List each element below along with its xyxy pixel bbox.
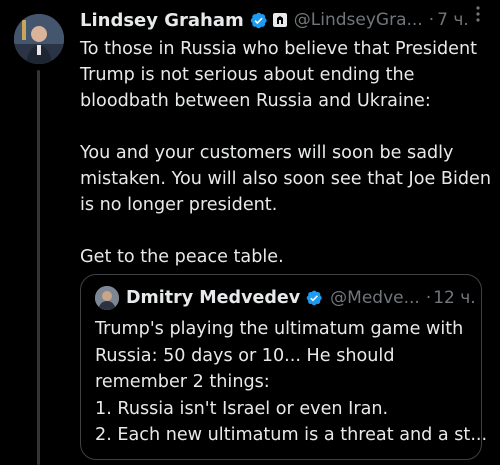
tweet-paragraph: To those in Russia who believe that Pres… [80,36,492,114]
author-avatar[interactable] [14,14,64,64]
text-line: You and your customers will soon be sadl… [80,143,454,163]
text-line: is no longer president. [80,195,278,215]
author-name[interactable]: Lindsey Graham [80,10,244,31]
thread-line [37,70,40,465]
quoted-tweet[interactable]: Dmitry Medvedev @Medve... · 12 ч. Trump'… [80,274,488,460]
text-line: To those in Russia who believe that Pres… [80,39,478,59]
text-line: bloodbath between Russia and Ukraine: [80,91,431,111]
text-line: 1. Russia isn't Israel or even Iran. [95,398,389,419]
text-line: Get to the peace table. [80,247,284,267]
verified-badge-icon [306,290,322,306]
quoted-tweet-header: Dmitry Medvedev @Medve... · 12 ч. [126,285,476,311]
text-line: Trump's playing the ultimatum game with [95,319,464,339]
tweet-paragraph: You and your customers will soon be sadl… [80,140,492,218]
tweet-text: To those in Russia who believe that Pres… [80,36,492,296]
tweet-header: Lindsey Graham @LindseyGra... · 7 ч. [80,6,490,34]
quoted-tweet-text: Trump's playing the ultimatum game with … [95,316,488,449]
separator-dot: · [428,10,435,30]
quoted-timestamp[interactable]: 12 ч. [433,288,475,308]
quoted-author-handle[interactable]: @Medve... [330,288,420,308]
tweet[interactable]: Lindsey Graham @LindseyGra... · 7 ч. To … [0,0,500,465]
quoted-avatar-photo [95,286,119,310]
quoted-author-name[interactable]: Dmitry Medvedev [126,288,300,308]
text-line: Russia: 50 days or 10... He should [95,345,395,366]
text-line: Trump is not serious about ending the [80,65,415,85]
text-line: 2. Each new ultimatum is a threat and a … [95,425,488,445]
text-line: mistaken. You will also soon see that Jo… [80,169,491,189]
quoted-author-avatar[interactable] [95,286,119,310]
separator-dot: · [425,288,432,308]
text-line: remember 2 things: [95,372,270,392]
avatar-photo [14,14,64,64]
more-options-icon[interactable] [466,0,490,28]
author-handle[interactable]: @LindseyGra... [294,10,423,30]
verified-badge-icon [250,12,267,28]
government-affiliation-icon [272,13,287,27]
tweet-paragraph: Get to the peace table. [80,244,492,270]
tweet-timestamp[interactable]: 7 ч. [437,10,469,30]
